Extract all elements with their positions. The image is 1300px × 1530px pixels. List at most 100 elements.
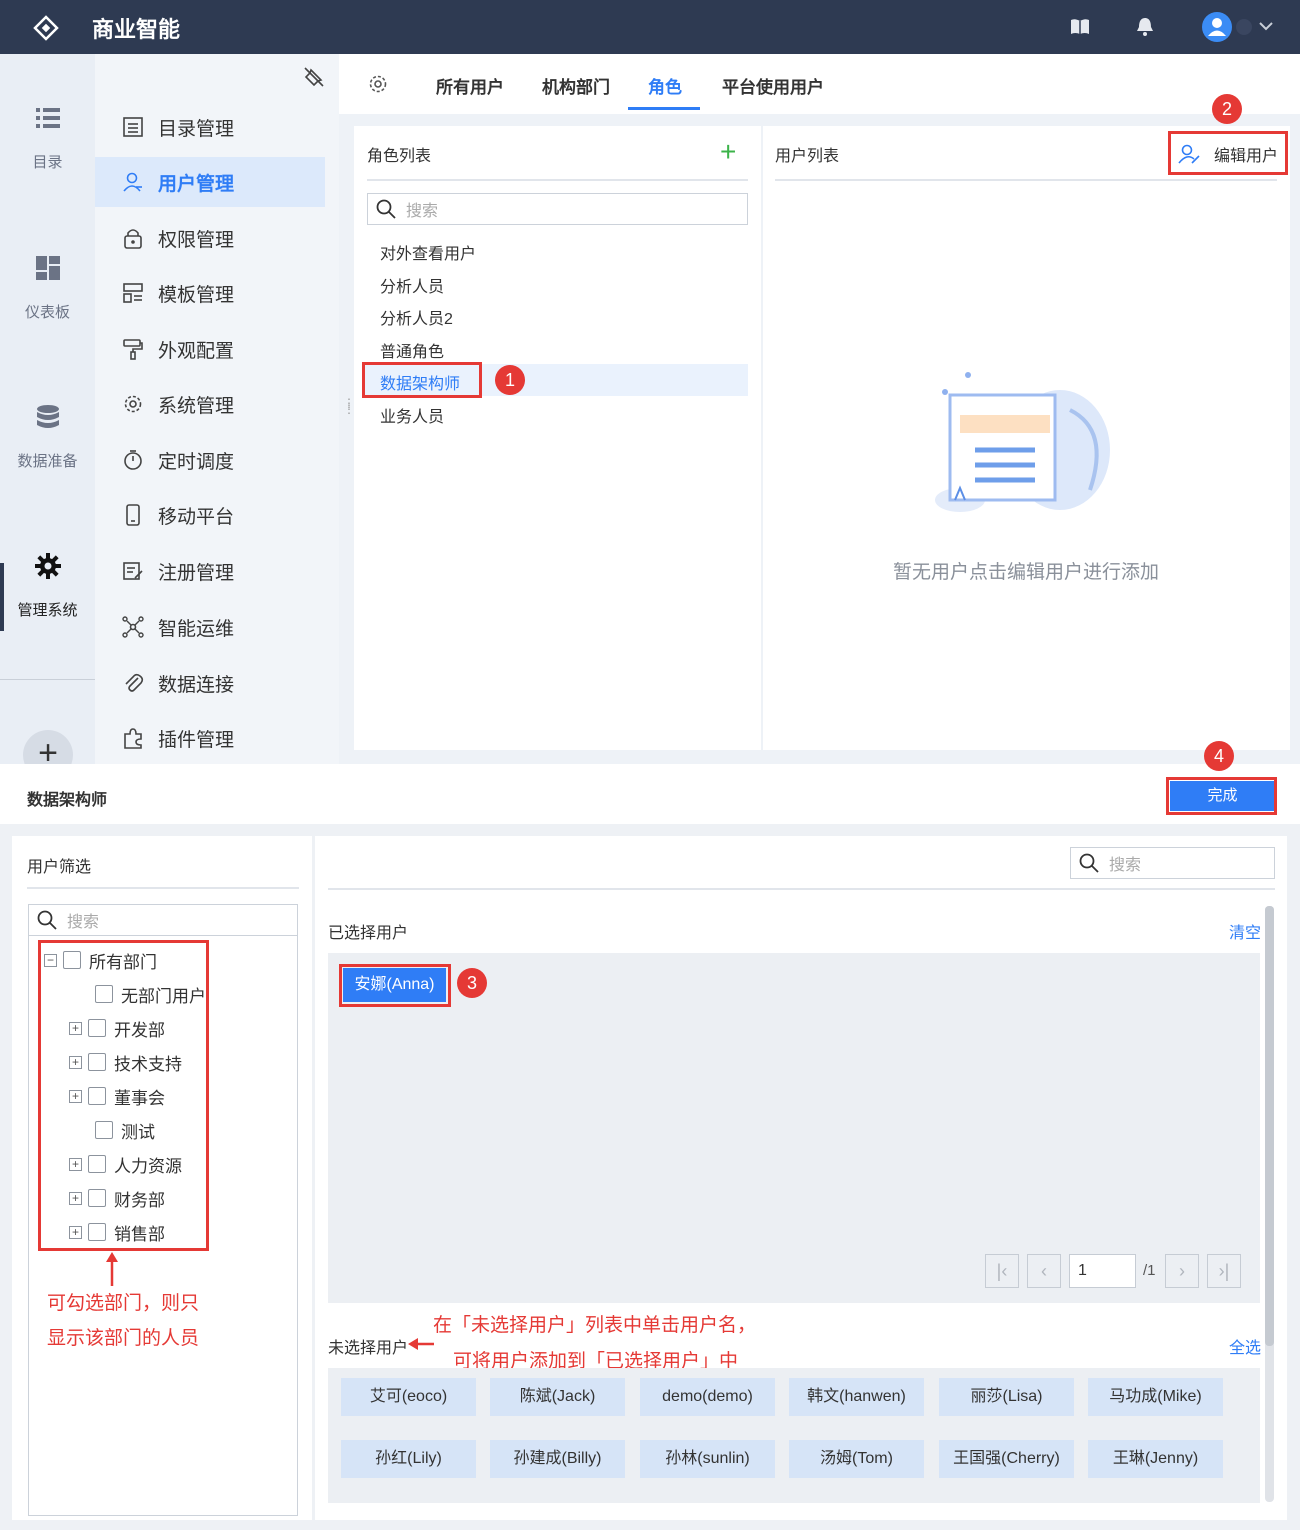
selected-users-title: 已选择用户 <box>328 925 409 942</box>
rail-divider <box>0 679 95 680</box>
filter-search-input[interactable]: 搜索 <box>28 904 298 936</box>
menu-item-schedule[interactable]: 定时调度 <box>95 435 325 485</box>
menu-item-permissions[interactable]: 权限管理 <box>95 213 325 263</box>
resize-handle[interactable]: ⋮ ⋮ <box>343 397 355 415</box>
tab-roles[interactable]: 角色 <box>648 73 682 98</box>
rail-item-catalog[interactable]: 目录 <box>0 105 95 172</box>
empty-illustration-icon <box>935 372 1110 512</box>
user-chip[interactable]: 艾可(eoco) <box>341 1378 476 1416</box>
menu-label: 插件管理 <box>158 729 235 751</box>
divider <box>775 179 1277 181</box>
rail-label: 数据准备 <box>17 453 78 470</box>
step-badge-1: 1 <box>495 365 525 395</box>
arrow-up-icon <box>106 1252 118 1286</box>
app-logo-icon[interactable] <box>32 14 60 42</box>
menu-label: 用户管理 <box>158 173 235 195</box>
role-list-title: 角色列表 <box>367 148 432 165</box>
user-manage-icon <box>123 172 142 192</box>
user-chip[interactable]: 孙建成(Billy) <box>490 1440 625 1478</box>
avatar-status <box>1236 19 1252 35</box>
network-icon <box>122 616 144 638</box>
step-badge-3: 3 <box>457 968 487 998</box>
menu-item-appearance[interactable]: 外观配置 <box>95 324 325 374</box>
step-badge-4: 4 <box>1204 741 1234 771</box>
menu-item-plugins[interactable]: 插件管理 <box>95 713 325 763</box>
user-chip[interactable]: 王国强(Cherry) <box>939 1440 1074 1478</box>
tab-departments[interactable]: 机构部门 <box>542 73 610 98</box>
menu-label: 智能运维 <box>158 618 235 640</box>
user-chip[interactable]: demo(demo) <box>640 1378 775 1416</box>
role-item[interactable]: 普通角色 <box>380 338 444 362</box>
scrollbar-thumb[interactable] <box>1265 906 1274 1346</box>
gear-icon <box>34 553 61 579</box>
menu-item-catalog[interactable]: 目录管理 <box>95 102 325 152</box>
filter-title: 用户筛选 <box>27 859 92 876</box>
menu-item-templates[interactable]: 模板管理 <box>95 268 325 318</box>
catalog-icon <box>123 117 143 137</box>
empty-state-text: 暂无用户点击编辑用户进行添加 <box>893 562 1160 583</box>
avatar[interactable] <box>1202 12 1232 42</box>
role-item[interactable]: 分析人员 <box>380 273 444 297</box>
user-search-input[interactable]: 搜索 <box>1070 847 1275 879</box>
page-input[interactable]: 1 <box>1069 1254 1136 1288</box>
annotation-dept-1: 可勾选部门，则只 <box>47 1293 200 1314</box>
role-item[interactable]: 分析人员2 <box>380 305 453 329</box>
menu-item-ops[interactable]: 智能运维 <box>95 602 325 652</box>
search-icon <box>376 199 396 219</box>
tab-platform-users[interactable]: 平台使用用户 <box>722 73 824 98</box>
menu-item-system[interactable]: 系统管理 <box>95 379 325 429</box>
menu-label: 注册管理 <box>158 562 235 584</box>
rail-item-admin[interactable]: 管理系统 <box>0 553 95 620</box>
rail-item-data-prep[interactable]: 数据准备 <box>0 404 95 471</box>
user-icon <box>1208 18 1226 36</box>
add-role-button[interactable]: + <box>720 136 736 168</box>
clear-link[interactable]: 清空 <box>1229 919 1261 943</box>
dialog-title: 数据架构师 <box>27 792 108 809</box>
role-search-input[interactable]: 搜索 <box>367 193 748 225</box>
template-icon <box>123 283 143 303</box>
settings-icon <box>124 395 142 413</box>
menu-item-registration[interactable]: 注册管理 <box>95 546 325 596</box>
user-chip[interactable]: 王琳(Jenny) <box>1088 1440 1223 1478</box>
book-icon[interactable] <box>1070 18 1090 36</box>
bell-icon[interactable] <box>1136 17 1154 37</box>
menu-item-mobile[interactable]: 移动平台 <box>95 490 325 540</box>
rail-item-dashboard[interactable]: 仪表板 <box>0 255 95 322</box>
user-chip[interactable]: 孙林(sunlin) <box>640 1440 775 1478</box>
paint-roller-icon <box>123 339 143 360</box>
menu-item-users[interactable]: 用户管理 <box>95 157 325 207</box>
select-all-link[interactable]: 全选 <box>1229 1334 1261 1358</box>
user-chip[interactable]: 孙红(Lily) <box>341 1440 476 1478</box>
chevron-down-icon[interactable] <box>1258 18 1274 34</box>
annotation-click-1: 在「未选择用户」列表中单击用户名， <box>433 1315 757 1336</box>
menu-label: 外观配置 <box>158 340 235 362</box>
search-placeholder: 搜索 <box>406 203 439 220</box>
first-page-button[interactable]: |‹ <box>985 1254 1019 1288</box>
next-page-button[interactable]: › <box>1165 1254 1199 1288</box>
database-icon <box>36 405 59 428</box>
menu-label: 目录管理 <box>158 118 235 140</box>
list-icon <box>35 108 60 128</box>
role-item[interactable]: 业务人员 <box>380 403 444 427</box>
user-chip[interactable]: 韩文(hanwen) <box>789 1378 924 1416</box>
menu-item-data-connection[interactable]: 数据连接 <box>95 658 325 708</box>
user-chip[interactable]: 陈斌(Jack) <box>490 1378 625 1416</box>
settings-icon[interactable] <box>367 73 389 95</box>
role-item[interactable]: 对外查看用户 <box>380 240 476 264</box>
divider <box>367 179 748 181</box>
last-page-button[interactable]: ›| <box>1207 1254 1241 1288</box>
rail-label: 管理系统 <box>17 602 78 619</box>
unpin-icon[interactable] <box>303 66 325 88</box>
user-chip[interactable]: 汤姆(Tom) <box>789 1440 924 1478</box>
highlight-box-tree <box>38 940 209 1251</box>
tab-all-users[interactable]: 所有用户 <box>436 73 504 98</box>
rail-label: 仪表板 <box>24 304 70 321</box>
top-bar <box>0 0 1300 54</box>
prev-page-button[interactable]: ‹ <box>1027 1254 1061 1288</box>
search-icon <box>1079 853 1099 873</box>
user-chip[interactable]: 丽莎(Lisa) <box>939 1378 1074 1416</box>
highlight-box-2 <box>1168 131 1288 175</box>
arrow-left-icon <box>408 1338 434 1350</box>
search-icon <box>37 910 57 930</box>
user-chip[interactable]: 马功成(Mike) <box>1088 1378 1223 1416</box>
